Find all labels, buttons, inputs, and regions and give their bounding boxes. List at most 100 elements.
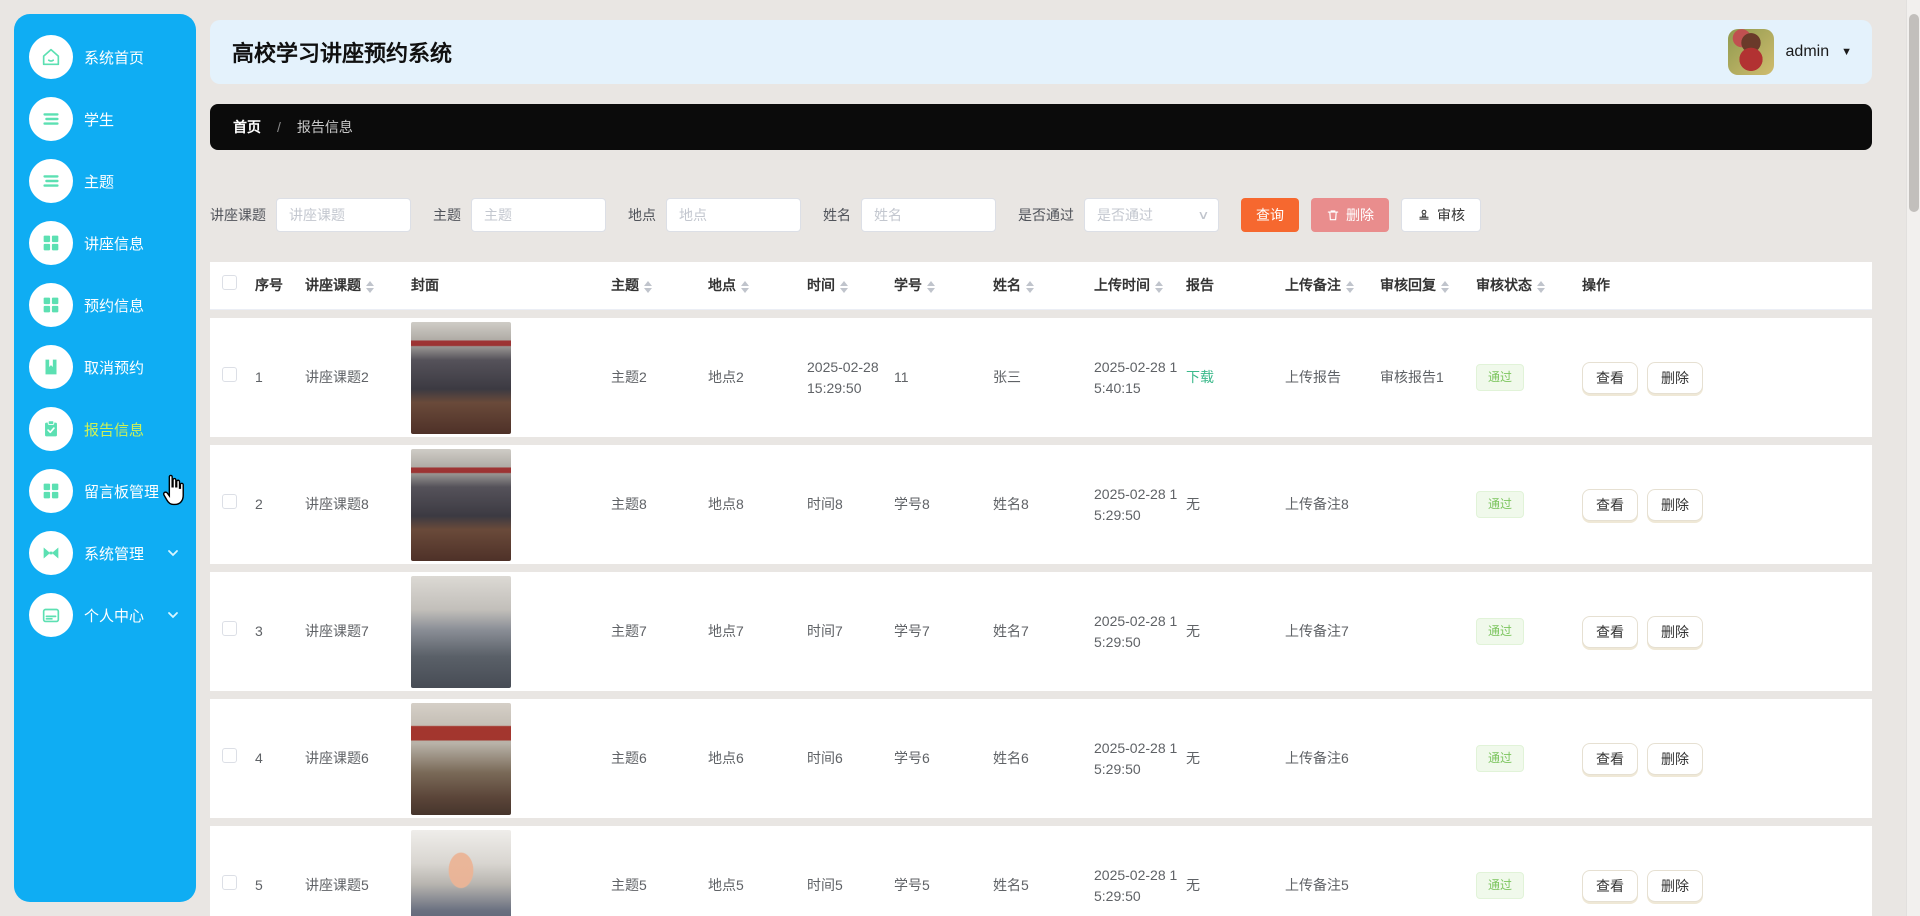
cell-place: 地点7 (708, 623, 744, 640)
filter-input-地点[interactable] (666, 198, 801, 232)
stamp-icon (1417, 208, 1431, 222)
删除-row-button[interactable]: 删除 (1647, 615, 1703, 648)
cell-upload-time: 2025-02-28 15:29:50 (1094, 740, 1178, 777)
查看-row-button[interactable]: 查看 (1582, 742, 1638, 775)
删除-button[interactable]: 删除 (1311, 198, 1389, 232)
sidebar-item-label: 个人中心 (84, 607, 145, 625)
查看-row-button[interactable]: 查看 (1582, 361, 1638, 394)
column-header-地点: 地点 (708, 275, 807, 295)
删除-row-button[interactable]: 删除 (1647, 869, 1703, 902)
column-label: 主题 (611, 277, 639, 294)
cover-image (411, 575, 511, 688)
filter-input-主题[interactable] (471, 198, 606, 232)
sidebar-item-留言板管理[interactable]: 留言板管理 (14, 460, 196, 522)
查询-button[interactable]: 查询 (1241, 198, 1299, 232)
row-checkbox[interactable] (222, 748, 237, 764)
column-header-审核回复: 审核回复 (1380, 275, 1476, 295)
cell-time: 时间8 (807, 496, 843, 513)
删除-row-button[interactable]: 删除 (1647, 488, 1703, 521)
user-dropdown-caret-icon: ▼ (1841, 46, 1852, 58)
cell-upload-time: 2025-02-28 15:29:50 (1094, 867, 1178, 904)
cell-name: 张三 (993, 369, 1021, 386)
sidebar-menu: 系统首页 学生主题讲座信息 预约信息取消预约报告信息 留言板管理系统管理个人中心 (14, 26, 196, 646)
cell-course: 讲座课题8 (305, 496, 369, 513)
column-label: 操作 (1582, 277, 1610, 294)
grid-icon (29, 221, 73, 265)
column-header-操作: 操作 (1582, 275, 1872, 295)
cover-image (411, 448, 511, 561)
cell-note: 上传备注5 (1285, 877, 1349, 894)
column-header-时间: 时间 (807, 275, 894, 295)
column-label: 审核回复 (1380, 277, 1436, 294)
cell-name: 姓名5 (993, 877, 1029, 894)
filter-label: 讲座课题 (210, 207, 266, 223)
sidebar-item-学生[interactable]: 学生 (14, 88, 196, 150)
cell-note: 上传备注8 (1285, 496, 1349, 513)
column-label: 审核状态 (1476, 277, 1532, 294)
row-checkbox[interactable] (222, 875, 237, 891)
sort-caret-icon[interactable] (927, 280, 935, 293)
sidebar-item-取消预约[interactable]: 取消预约 (14, 336, 196, 398)
column-label: 上传时间 (1094, 277, 1150, 294)
cell-topic: 主题2 (611, 369, 647, 386)
sort-caret-icon[interactable] (644, 280, 652, 293)
card-icon (29, 593, 73, 637)
sort-caret-icon[interactable] (1441, 280, 1449, 293)
sidebar-item-系统首页[interactable]: 系统首页 (14, 26, 196, 88)
filter-bar: 讲座课题 主题 地点 姓名 是否通过 是否通过 ∨ 查询 删除 审核 (210, 196, 1872, 234)
report-download-link[interactable]: 下载 (1186, 369, 1214, 385)
column-header-报告: 报告 (1186, 275, 1285, 295)
sort-caret-icon[interactable] (1026, 280, 1034, 293)
sidebar-item-label: 系统管理 (84, 545, 145, 563)
filter-group-是否通过: 是否通过 是否通过 ∨ (1018, 198, 1219, 232)
查看-row-button[interactable]: 查看 (1582, 615, 1638, 648)
sidebar-item-预约信息[interactable]: 预约信息 (14, 274, 196, 336)
sidebar-item-系统管理[interactable]: 系统管理 (14, 522, 196, 584)
cell-report: 无 (1186, 875, 1285, 895)
filter-input-姓名[interactable] (861, 198, 996, 232)
filter-select-是否通过[interactable]: 是否通过 ∨ (1084, 198, 1219, 232)
cell-student-no: 11 (894, 369, 909, 386)
sort-caret-icon[interactable] (840, 280, 848, 293)
cell-topic: 主题5 (611, 877, 647, 894)
row-checkbox[interactable] (222, 621, 237, 637)
clipboard-icon (29, 407, 73, 451)
查看-row-button[interactable]: 查看 (1582, 869, 1638, 902)
table-row: 2 讲座课题8 主题8 地点8 时间8 学号8 姓名8 2025-02-28 15:29:50… (210, 445, 1872, 564)
sidebar-item-个人中心[interactable]: 个人中心 (14, 584, 196, 646)
审核-button[interactable]: 审核 (1401, 198, 1481, 232)
filter-group-主题: 主题 (433, 198, 606, 232)
column-label: 时间 (807, 277, 835, 294)
column-header-序号: 序号 (255, 275, 305, 295)
user-menu[interactable]: admin ▼ (1727, 29, 1852, 75)
avatar[interactable] (1727, 29, 1774, 75)
删除-row-button[interactable]: 删除 (1647, 742, 1703, 775)
cell-status: 通过 (1476, 617, 1582, 646)
sort-caret-icon[interactable] (1537, 280, 1545, 293)
删除-row-button[interactable]: 删除 (1647, 361, 1703, 394)
cell-status: 通过 (1476, 744, 1582, 773)
filter-group-地点: 地点 (628, 198, 801, 232)
breadcrumb-home-link[interactable]: 首页 (233, 117, 261, 137)
filter-input-讲座课题[interactable] (276, 198, 411, 232)
select-placeholder: 是否通过 (1097, 207, 1153, 223)
status-badge: 通过 (1476, 871, 1525, 900)
sidebar-item-讲座信息[interactable]: 讲座信息 (14, 212, 196, 274)
sidebar-item-label: 主题 (84, 173, 115, 191)
cell-topic: 主题6 (611, 750, 647, 767)
vertical-scrollbar[interactable] (1906, 0, 1920, 916)
sidebar-item-报告信息[interactable]: 报告信息 (14, 398, 196, 460)
sidebar-item-label: 取消预约 (84, 359, 145, 377)
cell-place: 地点6 (708, 750, 744, 767)
sort-caret-icon[interactable] (1155, 280, 1163, 293)
查看-row-button[interactable]: 查看 (1582, 488, 1638, 521)
row-checkbox[interactable] (222, 367, 237, 383)
select-all-checkbox[interactable] (222, 275, 237, 291)
column-label: 封面 (411, 277, 439, 294)
scrollbar-thumb[interactable] (1909, 14, 1919, 212)
sort-caret-icon[interactable] (1346, 280, 1354, 293)
sidebar-item-主题[interactable]: 主题 (14, 150, 196, 212)
row-checkbox[interactable] (222, 494, 237, 510)
sort-caret-icon[interactable] (741, 280, 749, 293)
sort-caret-icon[interactable] (366, 280, 374, 293)
